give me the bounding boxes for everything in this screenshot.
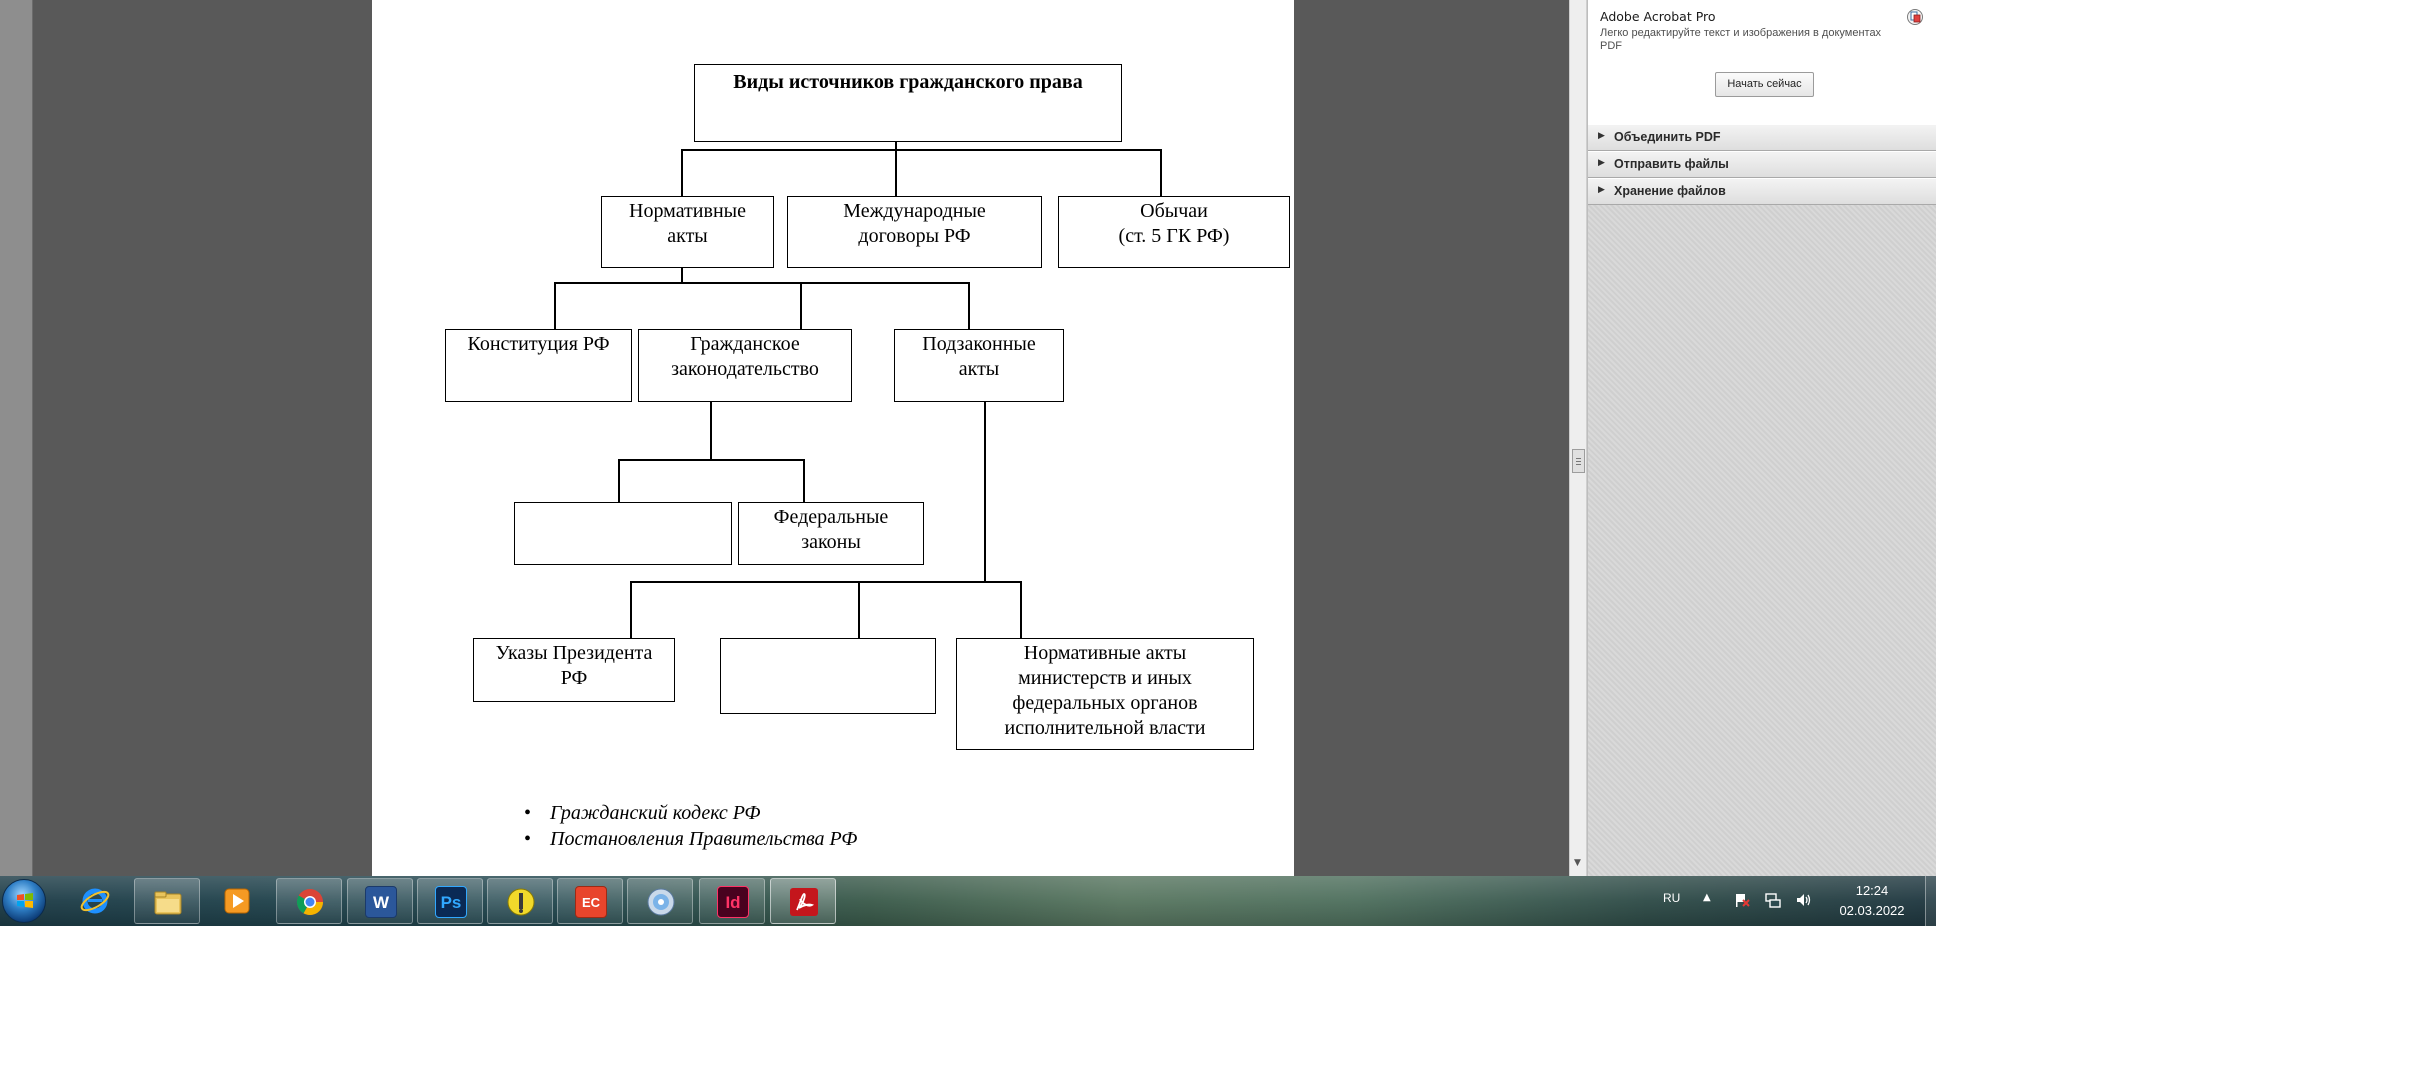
connector bbox=[800, 282, 802, 329]
tools-pane: Adobe Acrobat Pro Легко редактируйте тек… bbox=[1587, 0, 1936, 876]
node-civil-legislation: Гражданское законодательство bbox=[638, 329, 852, 402]
navigation-pane-strip[interactable] bbox=[0, 0, 33, 876]
node-customs: Обычаи (ст. 5 ГК РФ) bbox=[1058, 196, 1290, 268]
yellow-app-icon bbox=[507, 888, 535, 916]
bullet-icon: • bbox=[524, 802, 532, 824]
connector bbox=[681, 268, 683, 283]
section-combine-pdf[interactable]: ▶ Объединить PDF bbox=[1588, 124, 1936, 151]
promo-description: Легко редактируйте текст и изображения в… bbox=[1600, 27, 1882, 52]
acrobat-icon bbox=[790, 888, 818, 916]
connector bbox=[681, 149, 1161, 151]
list-item-text: Постановления Правительства РФ bbox=[550, 828, 858, 850]
document-viewer[interactable]: Виды источников гражданского права Норма… bbox=[33, 0, 1569, 876]
show-desktop-button[interactable] bbox=[1925, 876, 1936, 926]
clock-time[interactable]: 12:24 bbox=[1849, 883, 1895, 898]
connector bbox=[710, 402, 712, 460]
start-button[interactable] bbox=[2, 879, 46, 923]
list-item: • Постановления Правительства РФ bbox=[524, 826, 857, 852]
taskbar: W Ps EC Id RU ▲ 12:24 02.03.2022 bbox=[0, 876, 1936, 926]
action-center-flag-icon[interactable] bbox=[1733, 891, 1751, 909]
document-bullet-list: • Гражданский кодекс РФ • Постановления Пр… bbox=[524, 800, 857, 852]
taskbar-photoshop[interactable]: Ps bbox=[417, 878, 483, 924]
taskbar-ec-app[interactable]: EC bbox=[557, 878, 623, 924]
language-indicator[interactable]: RU bbox=[1663, 891, 1680, 905]
connector bbox=[1160, 149, 1162, 196]
connector bbox=[984, 402, 986, 582]
node-empty-blank-1 bbox=[514, 502, 732, 565]
expand-triangle-icon: ▶ bbox=[1598, 131, 1605, 141]
taskbar-media-player[interactable] bbox=[204, 878, 270, 924]
section-label: Объединить PDF bbox=[1614, 130, 1721, 144]
start-now-button[interactable]: Начать сейчас bbox=[1715, 72, 1814, 97]
convert-pdf-icon[interactable] bbox=[1906, 8, 1924, 26]
connector bbox=[630, 581, 1020, 583]
section-label: Хранение файлов bbox=[1614, 184, 1726, 198]
desktop-screen: Виды источников гражданского права Норма… bbox=[0, 0, 1936, 926]
list-item-text: Гражданский кодекс РФ bbox=[550, 802, 761, 824]
expand-triangle-icon: ▶ bbox=[1598, 158, 1605, 168]
section-file-storage[interactable]: ▶ Хранение файлов bbox=[1588, 178, 1936, 205]
connector bbox=[968, 282, 970, 329]
scroll-down-arrow-icon[interactable]: ▼ bbox=[1574, 858, 1581, 868]
node-normative-acts: Нормативные акты bbox=[601, 196, 774, 268]
indesign-icon: Id bbox=[717, 886, 749, 918]
ec-app-icon: EC bbox=[575, 886, 607, 918]
connector bbox=[803, 459, 805, 502]
taskbar-indesign[interactable]: Id bbox=[699, 878, 765, 924]
list-item: • Гражданский кодекс РФ bbox=[524, 800, 857, 826]
taskbar-word[interactable]: W bbox=[347, 878, 413, 924]
connector bbox=[858, 581, 860, 638]
taskbar-chrome[interactable] bbox=[276, 878, 342, 924]
node-presidential-decrees: Указы Президента РФ bbox=[473, 638, 675, 702]
connector bbox=[554, 282, 556, 329]
taskbar-acrobat[interactable] bbox=[770, 878, 836, 924]
connector bbox=[618, 459, 804, 461]
node-constitution: Конституция РФ bbox=[445, 329, 632, 402]
dvd-icon bbox=[647, 888, 675, 916]
node-bylaws: Подзаконные акты bbox=[894, 329, 1064, 402]
node-ministerial-acts: Нормативные акты министерств и иных феде… bbox=[956, 638, 1254, 750]
node-empty-blank-2 bbox=[720, 638, 936, 714]
word-icon: W bbox=[365, 886, 397, 918]
connector bbox=[618, 459, 620, 502]
volume-icon[interactable] bbox=[1795, 891, 1813, 909]
show-hidden-icons-icon[interactable]: ▲ bbox=[1703, 892, 1711, 903]
section-send-files[interactable]: ▶ Отправить файлы bbox=[1588, 151, 1936, 178]
connector bbox=[681, 149, 683, 196]
taskbar-dvd[interactable] bbox=[627, 878, 693, 924]
taskbar-yellow-app[interactable] bbox=[487, 878, 553, 924]
media-player-icon bbox=[224, 888, 250, 914]
photoshop-icon: Ps bbox=[435, 886, 467, 918]
clock-date[interactable]: 02.03.2022 bbox=[1833, 903, 1911, 918]
connector bbox=[895, 149, 897, 196]
taskbar-explorer[interactable] bbox=[134, 878, 200, 924]
folder-icon bbox=[154, 891, 182, 915]
promo-title: Adobe Acrobat Pro bbox=[1600, 9, 1716, 24]
bullet-icon: • bbox=[524, 828, 532, 850]
taskbar-ie[interactable] bbox=[62, 878, 128, 924]
section-label: Отправить файлы bbox=[1614, 157, 1729, 171]
scrollbar-thumb[interactable] bbox=[1572, 449, 1585, 473]
windows-logo-icon bbox=[17, 893, 33, 908]
network-icon[interactable] bbox=[1764, 891, 1782, 909]
acrobat-promo: Adobe Acrobat Pro Легко редактируйте тек… bbox=[1588, 0, 1936, 125]
pdf-page: Виды источников гражданского права Норма… bbox=[372, 0, 1294, 876]
connector bbox=[630, 581, 632, 638]
vertical-scrollbar[interactable]: ▼ bbox=[1569, 0, 1587, 876]
node-international-treaties: Международные договоры РФ bbox=[787, 196, 1042, 268]
chrome-icon bbox=[296, 889, 324, 916]
expand-triangle-icon: ▶ bbox=[1598, 185, 1605, 195]
node-federal-laws: Федеральные законы bbox=[738, 502, 924, 565]
internet-explorer-icon bbox=[80, 888, 110, 914]
connector bbox=[554, 282, 970, 284]
chart-title-box: Виды источников гражданского права bbox=[694, 64, 1122, 142]
connector bbox=[1020, 581, 1022, 638]
